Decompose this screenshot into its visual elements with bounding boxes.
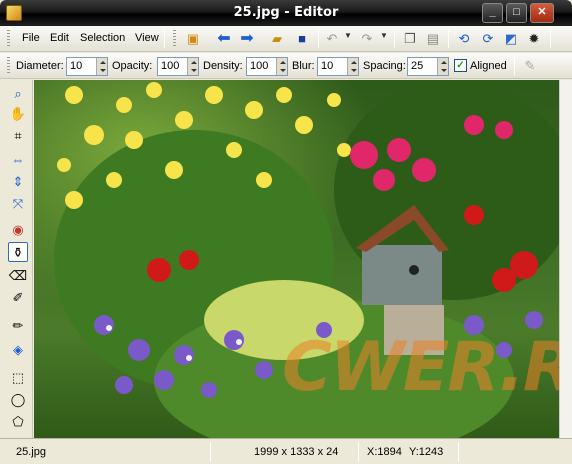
lasso-tool-icon[interactable]: ◯	[8, 390, 28, 410]
hand-tool-icon[interactable]: ✋	[8, 104, 28, 124]
status-filename: 25.jpg	[16, 446, 46, 458]
status-divider	[458, 442, 459, 462]
density-value: 100	[250, 60, 269, 72]
status-cursor-y: Y:1243	[409, 446, 444, 458]
density-label: Density:	[203, 60, 243, 72]
image-canvas[interactable]: CWER.RU	[34, 80, 559, 438]
aligned-label: Aligned	[470, 60, 507, 72]
resize-height-icon[interactable]: ⇕	[8, 172, 28, 192]
brush-tool-icon[interactable]: ✏	[8, 316, 28, 336]
toolbar-separator	[318, 30, 319, 48]
rotate-right-icon[interactable]: ⟳	[479, 30, 497, 48]
opacity-spinner[interactable]: 100	[157, 57, 199, 76]
toolbar-grip[interactable]	[7, 30, 10, 48]
undo-dropdown-icon[interactable]: ▼	[344, 31, 352, 40]
spacing-value: 25	[411, 60, 424, 72]
rect-select-tool-icon[interactable]: ⬚	[8, 368, 28, 388]
spacing-spinner[interactable]: 25	[407, 57, 449, 76]
density-spinner[interactable]: 100	[246, 57, 288, 76]
diameter-spin-buttons[interactable]	[96, 58, 107, 75]
blur-spin-buttons[interactable]	[347, 58, 358, 75]
menu-toolbar: File Edit Selection View ▣ ⬅ ➡ ▰ ■ ↶ ▼ ↷…	[0, 26, 572, 52]
red-eye-tool-icon[interactable]: ◉	[8, 220, 28, 240]
retouch-brush-icon[interactable]: ✐	[8, 288, 28, 308]
blur-value: 10	[321, 60, 334, 72]
menu-edit[interactable]: Edit	[50, 32, 69, 44]
eraser-tool-icon[interactable]: ⌫	[8, 266, 28, 286]
toolbar-separator	[448, 30, 449, 48]
status-divider	[210, 442, 211, 462]
density-spin-buttons[interactable]	[276, 58, 287, 75]
toolbar-grip[interactable]	[173, 30, 176, 48]
status-divider	[358, 442, 359, 462]
minimize-button[interactable]: _	[482, 3, 503, 23]
undo-icon[interactable]: ↶	[323, 30, 341, 48]
blur-spinner[interactable]: 10	[317, 57, 359, 76]
adjust-colors-icon[interactable]: ◩	[502, 30, 520, 48]
opacity-spin-buttons[interactable]	[187, 58, 198, 75]
resize-width-icon[interactable]: ⇔	[8, 150, 28, 170]
open-image-icon[interactable]: ▣	[184, 30, 202, 48]
spacing-label: Spacing:	[363, 60, 406, 72]
reset-brush-icon[interactable]: ✎	[521, 57, 539, 75]
back-arrow-icon[interactable]: ⬅	[215, 30, 233, 48]
spacing-spin-buttons[interactable]	[437, 58, 448, 75]
vertical-scrollbar[interactable]	[559, 80, 572, 438]
redo-icon[interactable]: ↷	[358, 30, 376, 48]
status-bar: 25.jpg 1999 x 1333 x 24 X:1894 Y:1243	[0, 438, 572, 464]
menu-selection[interactable]: Selection	[80, 32, 125, 44]
paste-icon[interactable]: ▤	[424, 30, 442, 48]
toolbar-separator	[550, 30, 551, 48]
toolbar-grip[interactable]	[7, 57, 10, 75]
diameter-spinner[interactable]: 10	[66, 57, 108, 76]
toolbar-separator	[394, 30, 395, 48]
opacity-value: 100	[161, 60, 180, 72]
forward-arrow-icon[interactable]: ➡	[238, 30, 256, 48]
status-cursor-x: X:1894	[367, 446, 402, 458]
polygon-select-tool-icon[interactable]: ⬠	[8, 412, 28, 432]
brush-options-toolbar: Diameter: 10 Opacity: 100 Density: 100 B…	[0, 53, 572, 79]
aligned-checkbox[interactable]: ✓	[454, 59, 467, 72]
opacity-label: Opacity:	[112, 60, 153, 72]
crop-tool-icon[interactable]: ⌗	[8, 126, 28, 146]
rotate-left-icon[interactable]: ⟲	[455, 30, 473, 48]
maximize-button[interactable]: □	[506, 3, 527, 23]
clone-stamp-tool-icon[interactable]: ⚱	[8, 242, 28, 262]
diameter-value: 10	[70, 60, 83, 72]
zoom-tool-icon[interactable]: ⌕	[8, 84, 28, 104]
menu-file[interactable]: File	[22, 32, 40, 44]
resize-both-icon[interactable]: ⤧	[8, 194, 28, 214]
copy-icon[interactable]: ❐	[401, 30, 419, 48]
status-dimensions: 1999 x 1333 x 24	[254, 446, 339, 458]
fill-bucket-icon[interactable]: ◈	[8, 340, 28, 360]
blur-label: Blur:	[292, 60, 315, 72]
menu-view[interactable]: View	[135, 32, 159, 44]
diameter-label: Diameter:	[16, 60, 64, 72]
toolbar-separator	[164, 30, 165, 48]
effects-icon[interactable]: ✹	[525, 30, 543, 48]
tool-palette: ⌕ ✋ ⌗ ⇔ ⇕ ⤧ ◉ ⚱ ⌫ ✐ ✏ ◈ ⬚ ◯ ⬠	[0, 80, 33, 438]
toolbar-separator	[514, 57, 515, 75]
title-bar: 25.jpg - Editor _ □ ✕	[0, 0, 572, 26]
close-button[interactable]: ✕	[530, 3, 554, 23]
open-folder-icon[interactable]: ▰	[268, 30, 286, 48]
redo-dropdown-icon[interactable]: ▼	[380, 31, 388, 40]
save-icon[interactable]: ■	[293, 30, 311, 48]
watermark-text: CWER.RU	[282, 328, 559, 407]
